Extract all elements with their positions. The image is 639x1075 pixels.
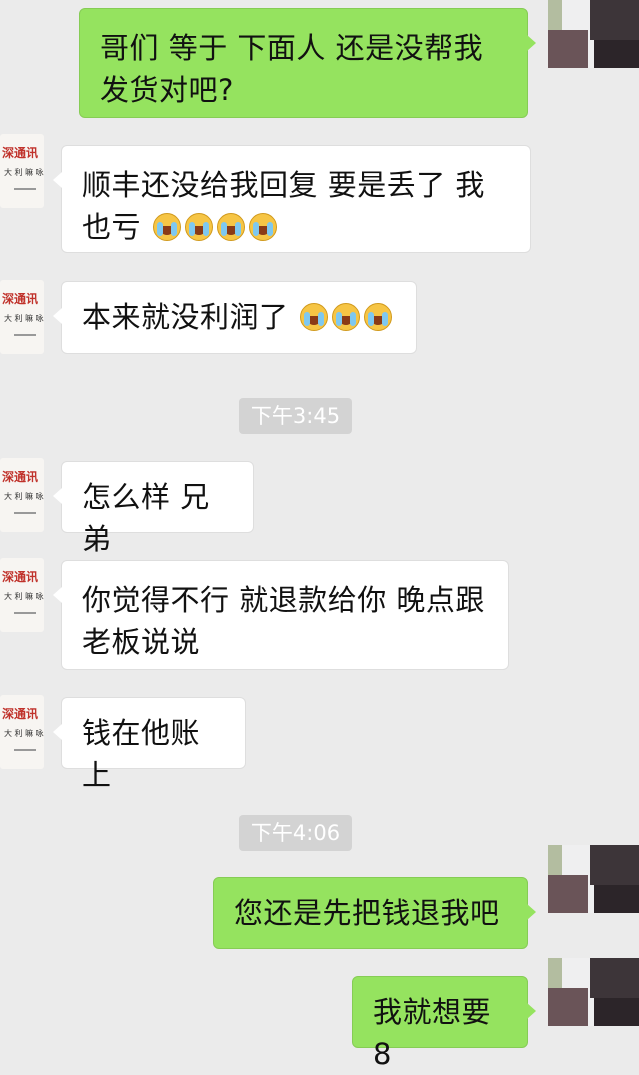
message-bubble[interactable]: 怎么样 兄弟 bbox=[53, 461, 254, 556]
avatar-logo-text: 深通讯 bbox=[2, 146, 39, 160]
cry-emoji bbox=[152, 213, 181, 241]
message-bubble[interactable]: 钱在他账上 bbox=[53, 697, 246, 792]
message-bubble[interactable]: 顺丰还没给我回复 要是丢了 我也亏 bbox=[53, 145, 531, 253]
timestamp: 下午4:06 bbox=[239, 815, 352, 851]
message-bubble[interactable]: 我就想要8 bbox=[352, 976, 536, 1071]
message-text: 我就想要8 bbox=[373, 995, 492, 1071]
user-avatar[interactable] bbox=[548, 958, 639, 1026]
message-bubble[interactable]: 你觉得不行 就退款给你 晚点跟老板说说 bbox=[53, 560, 509, 670]
contact-avatar[interactable]: 深通讯 大 利 嘛 咏 bbox=[0, 458, 44, 532]
contact-avatar[interactable]: 深通讯 大 利 嘛 咏 bbox=[0, 695, 44, 769]
user-avatar[interactable] bbox=[548, 0, 639, 68]
contact-avatar[interactable]: 深通讯 大 利 嘛 咏 bbox=[0, 558, 44, 632]
message-text: 钱在他账上 bbox=[82, 716, 201, 792]
chat-window: 哥们 等于 下面人 还是没帮我发货对吧? 深通讯 大 利 嘛 咏 顺丰还没给我回… bbox=[0, 0, 639, 1071]
message-text: 你觉得不行 就退款给你 晚点跟老板说说 bbox=[82, 583, 485, 659]
timestamp: 下午3:45 bbox=[239, 398, 352, 434]
contact-avatar[interactable]: 深通讯 大 利 嘛 咏 bbox=[0, 134, 44, 208]
message-bubble[interactable]: 本来就没利润了 bbox=[53, 281, 417, 354]
cry-emoji bbox=[364, 303, 393, 331]
cry-emoji bbox=[300, 303, 329, 331]
cry-emoji bbox=[216, 213, 245, 241]
message-text: 哥们 等于 下面人 还是没帮我发货对吧? bbox=[100, 31, 484, 107]
contact-avatar[interactable]: 深通讯 大 利 嘛 咏 bbox=[0, 280, 44, 354]
cry-emoji bbox=[248, 213, 277, 241]
message-bubble[interactable]: 哥们 等于 下面人 还是没帮我发货对吧? bbox=[79, 8, 536, 118]
user-avatar[interactable] bbox=[548, 845, 639, 913]
cry-emoji bbox=[184, 213, 213, 241]
message-text: 顺丰还没给我回复 要是丢了 我也亏 bbox=[82, 168, 485, 244]
cry-emoji bbox=[332, 303, 361, 331]
message-bubble[interactable]: 您还是先把钱退我吧 bbox=[213, 877, 536, 949]
message-text: 您还是先把钱退我吧 bbox=[234, 896, 500, 930]
message-text: 本来就没利润了 bbox=[82, 300, 289, 334]
message-text: 怎么样 兄弟 bbox=[82, 480, 210, 556]
